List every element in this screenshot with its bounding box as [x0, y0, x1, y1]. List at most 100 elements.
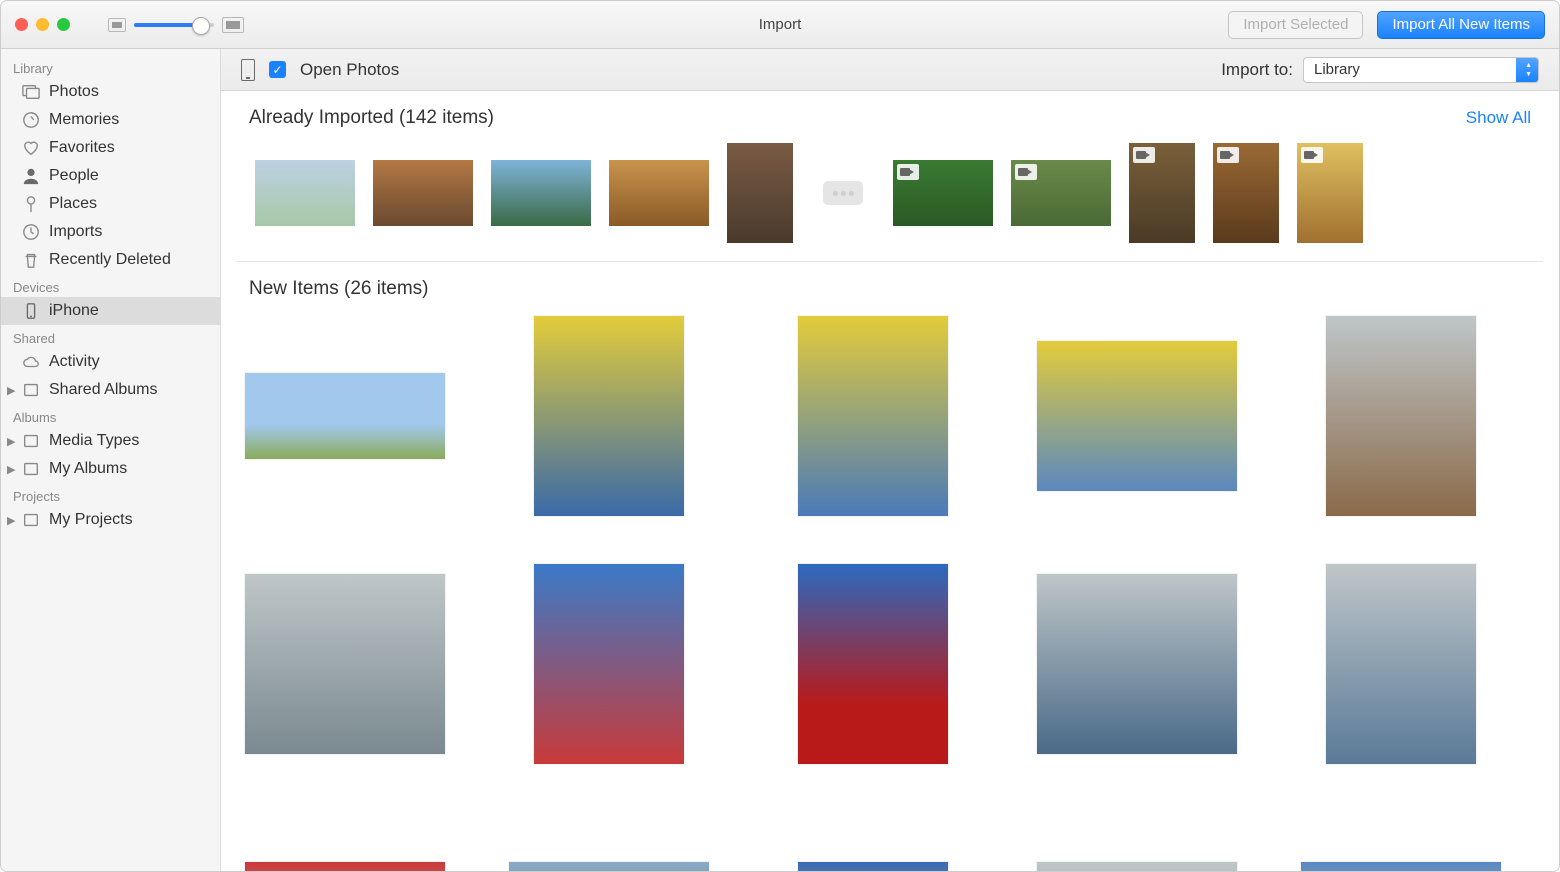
new-item-thumbnail[interactable] [1326, 564, 1476, 764]
chevron-right-icon[interactable]: ▶ [7, 463, 17, 476]
video-icon [1133, 147, 1155, 163]
sidebar-item-my-projects[interactable]: ▶ My Projects [1, 506, 220, 534]
imported-thumbnail[interactable] [1011, 160, 1111, 226]
album-icon [21, 382, 41, 398]
sidebar-item-recently-deleted[interactable]: Recently Deleted [1, 246, 220, 274]
zoom-window-icon[interactable] [57, 18, 70, 31]
imported-thumbnail[interactable] [1297, 143, 1363, 243]
new-item-thumbnail[interactable] [1037, 341, 1237, 491]
sidebar-item-label: My Albums [49, 460, 127, 478]
new-item-thumbnail[interactable] [1326, 316, 1476, 516]
imported-thumbnail[interactable] [727, 143, 793, 243]
sidebar-item-label: People [49, 167, 99, 185]
imported-thumbnail[interactable] [1129, 143, 1195, 243]
new-items-header: New Items (26 items) [221, 262, 1559, 308]
thumbnail-large-icon[interactable] [222, 17, 244, 33]
photos-icon [21, 84, 41, 100]
video-icon [1301, 147, 1323, 163]
imported-thumbnail[interactable] [491, 160, 591, 226]
minimize-window-icon[interactable] [36, 18, 49, 31]
sidebar-item-label: Memories [49, 111, 119, 129]
imported-thumbnail[interactable] [1213, 143, 1279, 243]
trash-icon [21, 252, 41, 268]
chevron-right-icon[interactable]: ▶ [7, 384, 17, 397]
new-item-thumbnail[interactable] [1301, 862, 1501, 871]
new-item-thumbnail[interactable] [534, 316, 684, 516]
album-icon [21, 433, 41, 449]
import-selected-button[interactable]: Import Selected [1228, 11, 1363, 39]
new-item-thumbnail[interactable] [798, 862, 948, 871]
video-icon [897, 164, 919, 180]
sidebar-item-photos[interactable]: Photos [1, 78, 220, 106]
sidebar-item-people[interactable]: People [1, 162, 220, 190]
sidebar-item-label: Imports [49, 223, 102, 241]
sidebar-item-label: Places [49, 195, 97, 213]
clock-icon [21, 224, 41, 240]
import-all-button[interactable]: Import All New Items [1377, 11, 1545, 39]
new-item-thumbnail[interactable] [798, 316, 948, 516]
iphone-icon [241, 59, 255, 81]
chevron-right-icon[interactable]: ▶ [7, 435, 17, 448]
imported-thumbnail[interactable] [255, 160, 355, 226]
import-to-select[interactable]: Library ▲▼ [1303, 57, 1539, 83]
show-all-link[interactable]: Show All [1466, 108, 1531, 128]
already-imported-title: Already Imported (142 items) [249, 107, 494, 129]
sidebar-section-header: Projects [1, 483, 220, 506]
album-icon [21, 512, 41, 528]
new-item-thumbnail[interactable] [245, 862, 445, 871]
new-item-thumbnail[interactable] [1037, 574, 1237, 754]
new-item-thumbnail[interactable] [245, 373, 445, 459]
sidebar-item-label: Shared Albums [49, 381, 158, 399]
iphone-icon [21, 303, 41, 319]
sidebar-item-label: Favorites [49, 139, 115, 157]
sidebar-item-imports[interactable]: Imports [1, 218, 220, 246]
window-title: Import [759, 16, 802, 33]
new-items-grid [221, 308, 1559, 871]
already-imported-header: Already Imported (142 items) Show All [221, 91, 1559, 137]
sidebar-item-label: My Projects [49, 511, 133, 529]
sidebar-item-iphone[interactable]: iPhone [1, 297, 220, 325]
more-items-button[interactable] [823, 181, 863, 205]
open-photos-label: Open Photos [300, 60, 399, 80]
video-icon [1015, 164, 1037, 180]
memories-icon [21, 112, 41, 128]
new-item-thumbnail[interactable] [1037, 862, 1237, 871]
open-photos-checkbox[interactable]: ✓ [269, 61, 286, 78]
sidebar-section-header: Library [1, 55, 220, 78]
sidebar-item-label: Photos [49, 83, 99, 101]
new-item-thumbnail[interactable] [798, 564, 948, 764]
new-item-thumbnail[interactable] [509, 862, 709, 871]
thumbnail-zoom [108, 17, 244, 33]
imported-thumbnail[interactable] [373, 160, 473, 226]
new-item-thumbnail[interactable] [534, 564, 684, 764]
sidebar: Library Photos Memories Favorites People Plac… [1, 49, 221, 871]
sidebar-item-label: Recently Deleted [49, 251, 171, 269]
close-window-icon[interactable] [15, 18, 28, 31]
imported-thumbnail[interactable] [609, 160, 709, 226]
video-icon [1217, 147, 1239, 163]
album-icon [21, 461, 41, 477]
sidebar-item-memories[interactable]: Memories [1, 106, 220, 134]
content-area: ✓ Open Photos Import to: Library ▲▼ Alre… [221, 49, 1559, 871]
chevron-right-icon[interactable]: ▶ [7, 514, 17, 527]
new-items-title: New Items (26 items) [249, 278, 428, 300]
imported-thumbnail[interactable] [893, 160, 993, 226]
import-to-label: Import to: [1221, 60, 1293, 80]
sidebar-item-label: iPhone [49, 302, 99, 320]
thumbnail-zoom-slider[interactable] [134, 23, 214, 27]
already-imported-thumbnails [237, 137, 1543, 262]
sidebar-item-label: Activity [49, 353, 100, 371]
sidebar-item-my-albums[interactable]: ▶ My Albums [1, 455, 220, 483]
sidebar-section-header: Devices [1, 274, 220, 297]
sidebar-item-media-types[interactable]: ▶Media Types [1, 427, 220, 455]
sidebar-item-activity[interactable]: Activity [1, 348, 220, 376]
sidebar-item-places[interactable]: Places [1, 190, 220, 218]
window-controls [15, 18, 70, 31]
import-to-value: Library [1314, 61, 1360, 78]
sidebar-section-header: Shared [1, 325, 220, 348]
thumbnail-small-icon[interactable] [108, 18, 126, 32]
new-item-thumbnail[interactable] [245, 574, 445, 754]
sidebar-section-header: Albums [1, 404, 220, 427]
sidebar-item-favorites[interactable]: Favorites [1, 134, 220, 162]
sidebar-item-shared-albums[interactable]: ▶ Shared Albums [1, 376, 220, 404]
